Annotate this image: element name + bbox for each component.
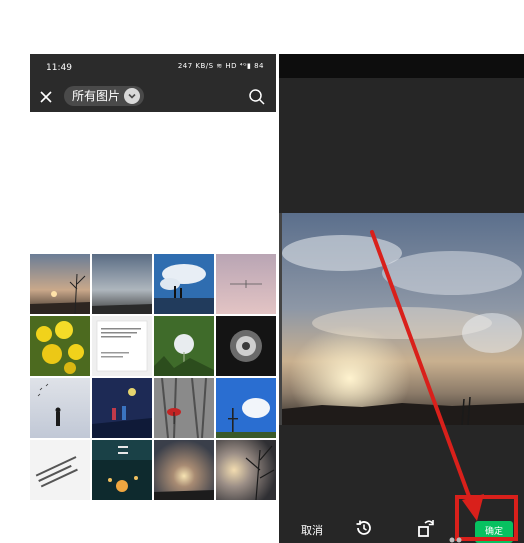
search-button[interactable] — [248, 88, 266, 106]
photo-thumbnail[interactable] — [216, 316, 276, 376]
chevron-down-icon — [124, 88, 141, 104]
photo-thumbnail[interactable] — [30, 440, 90, 500]
picker-header: 所有图片 — [30, 82, 276, 112]
highlight-box — [455, 495, 518, 541]
photo-thumbnail[interactable] — [92, 440, 152, 500]
photo-thumbnail[interactable] — [30, 254, 90, 314]
rotate-icon — [418, 520, 434, 537]
photo-thumbnail[interactable] — [30, 316, 90, 376]
album-label: 所有图片 — [72, 89, 121, 103]
rotate-button[interactable] — [416, 516, 438, 538]
photo-thumbnail[interactable] — [154, 440, 214, 500]
photo-thumbnail[interactable] — [30, 378, 90, 438]
status-bar: 11:49 247 KB/S ≋ HD ⁴ᴳ▮ 84 — [30, 54, 276, 82]
photo-thumbnail[interactable] — [216, 440, 276, 500]
status-indicators: 247 KB/S ≋ HD ⁴ᴳ▮ 84 — [177, 62, 264, 70]
crop-editor-screen: 取消 确定 — [279, 54, 524, 543]
image-picker-screen: 11:49 247 KB/S ≋ HD ⁴ᴳ▮ 84 所有图片 — [30, 54, 276, 543]
photo-thumbnail[interactable] — [216, 378, 276, 438]
editor-top-bar — [279, 54, 524, 78]
reset-button[interactable] — [354, 518, 374, 538]
page-indicator-icon — [449, 537, 462, 543]
photo-thumbnail[interactable] — [154, 378, 214, 438]
photo-thumbnail[interactable] — [92, 254, 152, 314]
photo-thumbnail[interactable] — [154, 254, 214, 314]
close-icon — [40, 91, 52, 103]
crop-preview-image[interactable] — [282, 213, 524, 425]
close-button[interactable] — [38, 87, 54, 105]
photo-grid — [30, 254, 276, 502]
photo-thumbnail[interactable] — [154, 316, 214, 376]
blank-overlay — [30, 112, 276, 254]
cancel-button[interactable]: 取消 — [301, 522, 323, 538]
status-time: 11:49 — [46, 63, 72, 73]
history-icon — [356, 520, 371, 535]
album-selector[interactable]: 所有图片 — [64, 86, 145, 106]
photo-thumbnail[interactable] — [92, 316, 152, 376]
search-icon — [249, 89, 265, 105]
photo-thumbnail[interactable] — [216, 254, 276, 314]
photo-thumbnail[interactable] — [92, 378, 152, 438]
